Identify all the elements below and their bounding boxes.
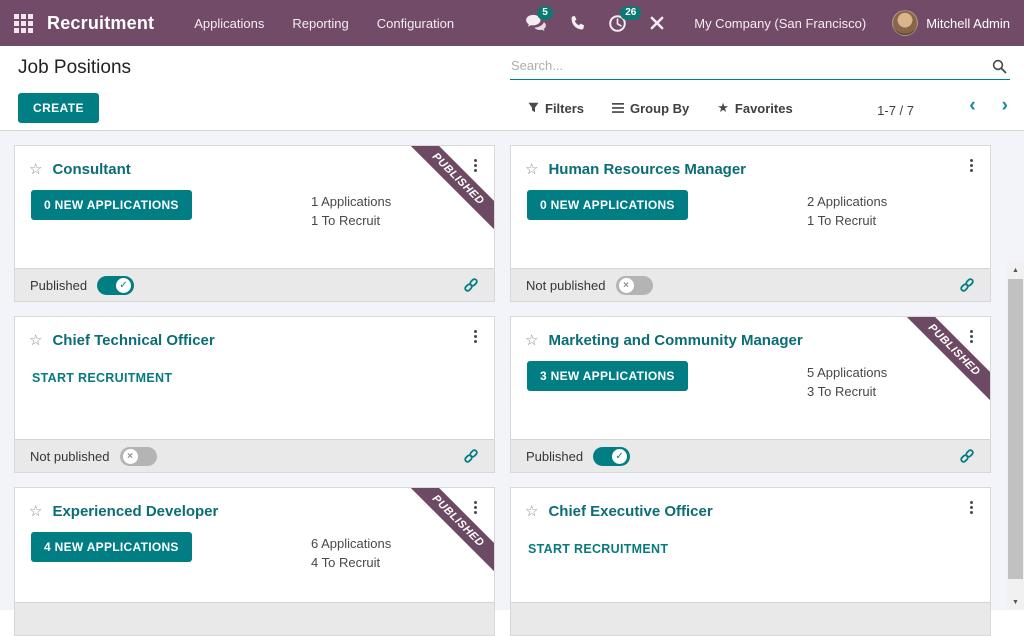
company-switcher[interactable]: My Company (San Francisco) <box>694 16 866 31</box>
search-input[interactable] <box>510 54 1010 79</box>
kanban-view: PUBLISHED ☆ Consultant 0 NEW APPLICATION… <box>0 131 1024 610</box>
scroll-up-icon[interactable]: ▲ <box>1007 262 1024 278</box>
menu-configuration[interactable]: Configuration <box>377 16 454 31</box>
favorite-star-icon[interactable]: ☆ <box>525 162 538 177</box>
new-applications-button[interactable]: 0 NEW APPLICATIONS <box>527 190 688 220</box>
user-name[interactable]: Mitchell Admin <box>926 16 1010 31</box>
top-navbar: Recruitment Applications Reporting Confi… <box>0 0 1024 46</box>
job-title-link[interactable]: Chief Technical Officer <box>52 332 214 349</box>
kebab-menu-icon[interactable] <box>967 327 976 346</box>
favorite-star-icon[interactable]: ☆ <box>29 504 42 519</box>
create-button[interactable]: CREATE <box>18 93 99 123</box>
kebab-menu-icon[interactable] <box>471 498 480 517</box>
pager-previous-icon[interactable]: ‹ <box>969 95 975 118</box>
job-title-link[interactable]: Experienced Developer <box>52 503 218 520</box>
publish-status-label: Not published <box>526 278 606 293</box>
applications-count[interactable]: 5 Applications <box>807 363 887 382</box>
new-applications-button[interactable]: 0 NEW APPLICATIONS <box>31 190 192 220</box>
card-footer <box>15 602 494 635</box>
group-by-bars-icon <box>612 101 624 116</box>
favorite-star-icon[interactable]: ☆ <box>525 504 538 519</box>
search-options: Filters Group By ★ Favorites <box>528 100 793 116</box>
publish-status-label: Published <box>526 449 583 464</box>
job-title-link[interactable]: Human Resources Manager <box>548 161 746 178</box>
app-title[interactable]: Recruitment <box>47 13 154 34</box>
to-recruit-count[interactable]: 4 To Recruit <box>311 553 391 572</box>
job-card-human-resources-manager[interactable]: ☆ Human Resources Manager 0 NEW APPLICAT… <box>510 145 991 302</box>
applications-count[interactable]: 2 Applications <box>807 192 887 211</box>
job-card-chief-executive-officer[interactable]: ☆ Chief Executive Officer START RECRUITM… <box>510 487 991 636</box>
to-recruit-count[interactable]: 3 To Recruit <box>807 382 887 401</box>
to-recruit-count[interactable]: 1 To Recruit <box>311 211 391 230</box>
control-panel: Job Positions CREATE Filters Group By ★ … <box>0 46 1024 131</box>
favorites-button[interactable]: ★ Favorites <box>717 100 792 116</box>
pager-counter: 1-7 / 7 <box>877 103 914 118</box>
kebab-menu-icon[interactable] <box>471 156 480 175</box>
favorite-star-icon[interactable]: ☆ <box>525 333 538 348</box>
favorite-star-icon: ★ <box>717 100 729 116</box>
kebab-menu-icon[interactable] <box>967 498 976 517</box>
pager-next-icon[interactable]: › <box>1002 95 1008 118</box>
apps-grid-icon[interactable] <box>14 14 33 33</box>
link-icon[interactable] <box>959 448 975 464</box>
job-title-link[interactable]: Marketing and Community Manager <box>548 332 802 349</box>
job-card-consultant[interactable]: PUBLISHED ☆ Consultant 0 NEW APPLICATION… <box>14 145 495 302</box>
publish-toggle[interactable]: × <box>616 276 653 295</box>
card-footer: Published ✓ <box>15 268 494 301</box>
job-title-link[interactable]: Consultant <box>52 161 130 178</box>
applications-count[interactable]: 1 Applications <box>311 192 391 211</box>
card-footer: Published ✓ <box>511 439 990 472</box>
publish-toggle[interactable]: ✓ <box>97 276 134 295</box>
user-avatar[interactable] <box>892 10 918 36</box>
card-footer: Not published × <box>15 439 494 472</box>
messages-badge: 5 <box>537 6 553 20</box>
menu-reporting[interactable]: Reporting <box>292 16 348 31</box>
link-icon[interactable] <box>463 277 479 293</box>
publish-toggle[interactable]: ✓ <box>593 447 630 466</box>
card-footer: Not published × <box>511 268 990 301</box>
card-footer <box>511 602 990 635</box>
applications-count[interactable]: 6 Applications <box>311 534 391 553</box>
favorite-star-icon[interactable]: ☆ <box>29 162 42 177</box>
job-title-link[interactable]: Chief Executive Officer <box>548 503 712 520</box>
new-applications-button[interactable]: 3 NEW APPLICATIONS <box>527 361 688 391</box>
start-recruitment-link[interactable]: START RECRUITMENT <box>32 371 172 385</box>
navbar-systray: 5 26 My Company (San Francisco) Mitchell… <box>514 10 1010 36</box>
link-icon[interactable] <box>959 277 975 293</box>
menu-applications[interactable]: Applications <box>194 16 264 31</box>
activities-clock-icon[interactable]: 26 <box>608 14 627 33</box>
link-icon[interactable] <box>463 448 479 464</box>
filter-funnel-icon <box>528 101 539 116</box>
new-applications-button[interactable]: 4 NEW APPLICATIONS <box>31 532 192 562</box>
group-by-button[interactable]: Group By <box>612 101 689 116</box>
job-card-chief-technical-officer[interactable]: ☆ Chief Technical Officer START RECRUITM… <box>14 316 495 473</box>
publish-status-label: Not published <box>30 449 110 464</box>
page-title: Job Positions <box>18 57 131 79</box>
publish-status-label: Published <box>30 278 87 293</box>
filters-button[interactable]: Filters <box>528 101 584 116</box>
to-recruit-count[interactable]: 1 To Recruit <box>807 211 887 230</box>
kanban-grid: PUBLISHED ☆ Consultant 0 NEW APPLICATION… <box>0 131 1024 636</box>
search-icon[interactable] <box>992 59 1007 79</box>
phone-icon[interactable] <box>569 15 586 32</box>
start-recruitment-link[interactable]: START RECRUITMENT <box>528 542 668 556</box>
job-card-marketing-and-community-manager[interactable]: PUBLISHED ☆ Marketing and Community Mana… <box>510 316 991 473</box>
scroll-down-icon[interactable]: ▼ <box>1007 594 1024 610</box>
kebab-menu-icon[interactable] <box>471 327 480 346</box>
activities-badge: 26 <box>620 6 641 20</box>
favorite-star-icon[interactable]: ☆ <box>29 333 42 348</box>
scrollbar-thumb[interactable] <box>1008 279 1023 579</box>
vertical-scrollbar[interactable]: ▲ ▼ <box>1007 262 1024 610</box>
job-card-experienced-developer[interactable]: PUBLISHED ☆ Experienced Developer 4 NEW … <box>14 487 495 636</box>
publish-toggle[interactable]: × <box>120 447 157 466</box>
pager-nav: ‹ › <box>969 95 1008 118</box>
search-bar <box>510 54 1010 80</box>
messages-icon[interactable]: 5 <box>525 14 547 32</box>
tools-icon[interactable] <box>649 15 665 31</box>
kebab-menu-icon[interactable] <box>967 156 976 175</box>
